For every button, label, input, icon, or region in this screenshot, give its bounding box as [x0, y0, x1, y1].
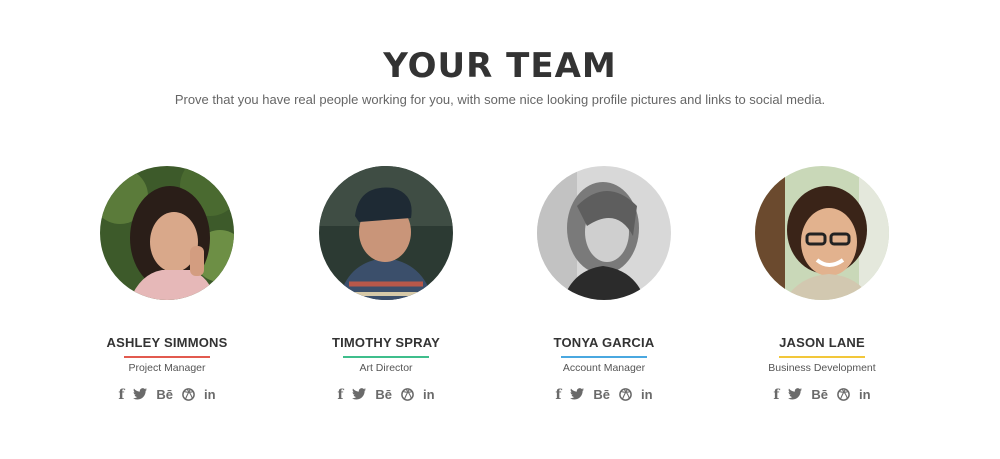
facebook-icon[interactable]: f	[773, 388, 779, 402]
profile-photo	[100, 166, 234, 300]
member-name: JASON LANE	[779, 335, 865, 350]
behance-icon[interactable]: Bē	[593, 388, 610, 402]
facebook-icon[interactable]: f	[337, 388, 343, 402]
team-member-card: TIMOTHY SPRAY Art Director f Bē in	[276, 166, 496, 402]
twitter-icon[interactable]	[570, 388, 585, 402]
social-links: f Bē in	[57, 388, 277, 403]
profile-photo	[319, 166, 453, 300]
profile-photo	[537, 166, 671, 300]
member-name: TONYA GARCIA	[553, 335, 655, 350]
social-links: f Bē in	[712, 388, 932, 403]
team-section: YOUR TEAM Prove that you have real peopl…	[0, 0, 1000, 459]
dribbble-icon[interactable]	[401, 388, 414, 402]
name-underline	[561, 356, 647, 358]
linkedin-icon[interactable]: in	[204, 388, 216, 402]
twitter-icon[interactable]	[788, 388, 803, 402]
section-title: YOUR TEAM	[383, 46, 617, 86]
team-member-card: TONYA GARCIA Account Manager f Bē in	[494, 166, 714, 402]
member-role: Account Manager	[562, 362, 646, 374]
behance-icon[interactable]: Bē	[375, 388, 392, 402]
member-role: Business Development	[768, 362, 876, 374]
member-name: ASHLEY SIMMONS	[106, 335, 228, 350]
facebook-icon[interactable]: f	[555, 388, 561, 402]
member-role: Project Manager	[128, 362, 206, 374]
profile-photo	[755, 166, 889, 300]
member-name: TIMOTHY SPRAY	[331, 335, 441, 350]
dribbble-icon[interactable]	[837, 388, 850, 402]
team-member-card: ASHLEY SIMMONS Project Manager f Bē in	[57, 166, 277, 402]
twitter-icon[interactable]	[133, 388, 148, 402]
behance-icon[interactable]: Bē	[156, 388, 173, 402]
name-underline	[124, 356, 210, 358]
member-role: Art Director	[359, 362, 413, 374]
dribbble-icon[interactable]	[182, 388, 195, 402]
name-underline	[343, 356, 429, 358]
behance-icon[interactable]: Bē	[811, 388, 828, 402]
name-underline	[779, 356, 865, 358]
team-member-card: JASON LANE Business Development f Bē in	[712, 166, 932, 402]
linkedin-icon[interactable]: in	[641, 388, 653, 402]
section-subtitle: Prove that you have real people working …	[174, 92, 826, 107]
facebook-icon[interactable]: f	[118, 388, 124, 402]
social-links: f Bē in	[494, 388, 714, 403]
linkedin-icon[interactable]: in	[859, 388, 871, 402]
twitter-icon[interactable]	[352, 388, 367, 402]
dribbble-icon[interactable]	[619, 388, 632, 402]
linkedin-icon[interactable]: in	[423, 388, 435, 402]
social-links: f Bē in	[276, 388, 496, 403]
